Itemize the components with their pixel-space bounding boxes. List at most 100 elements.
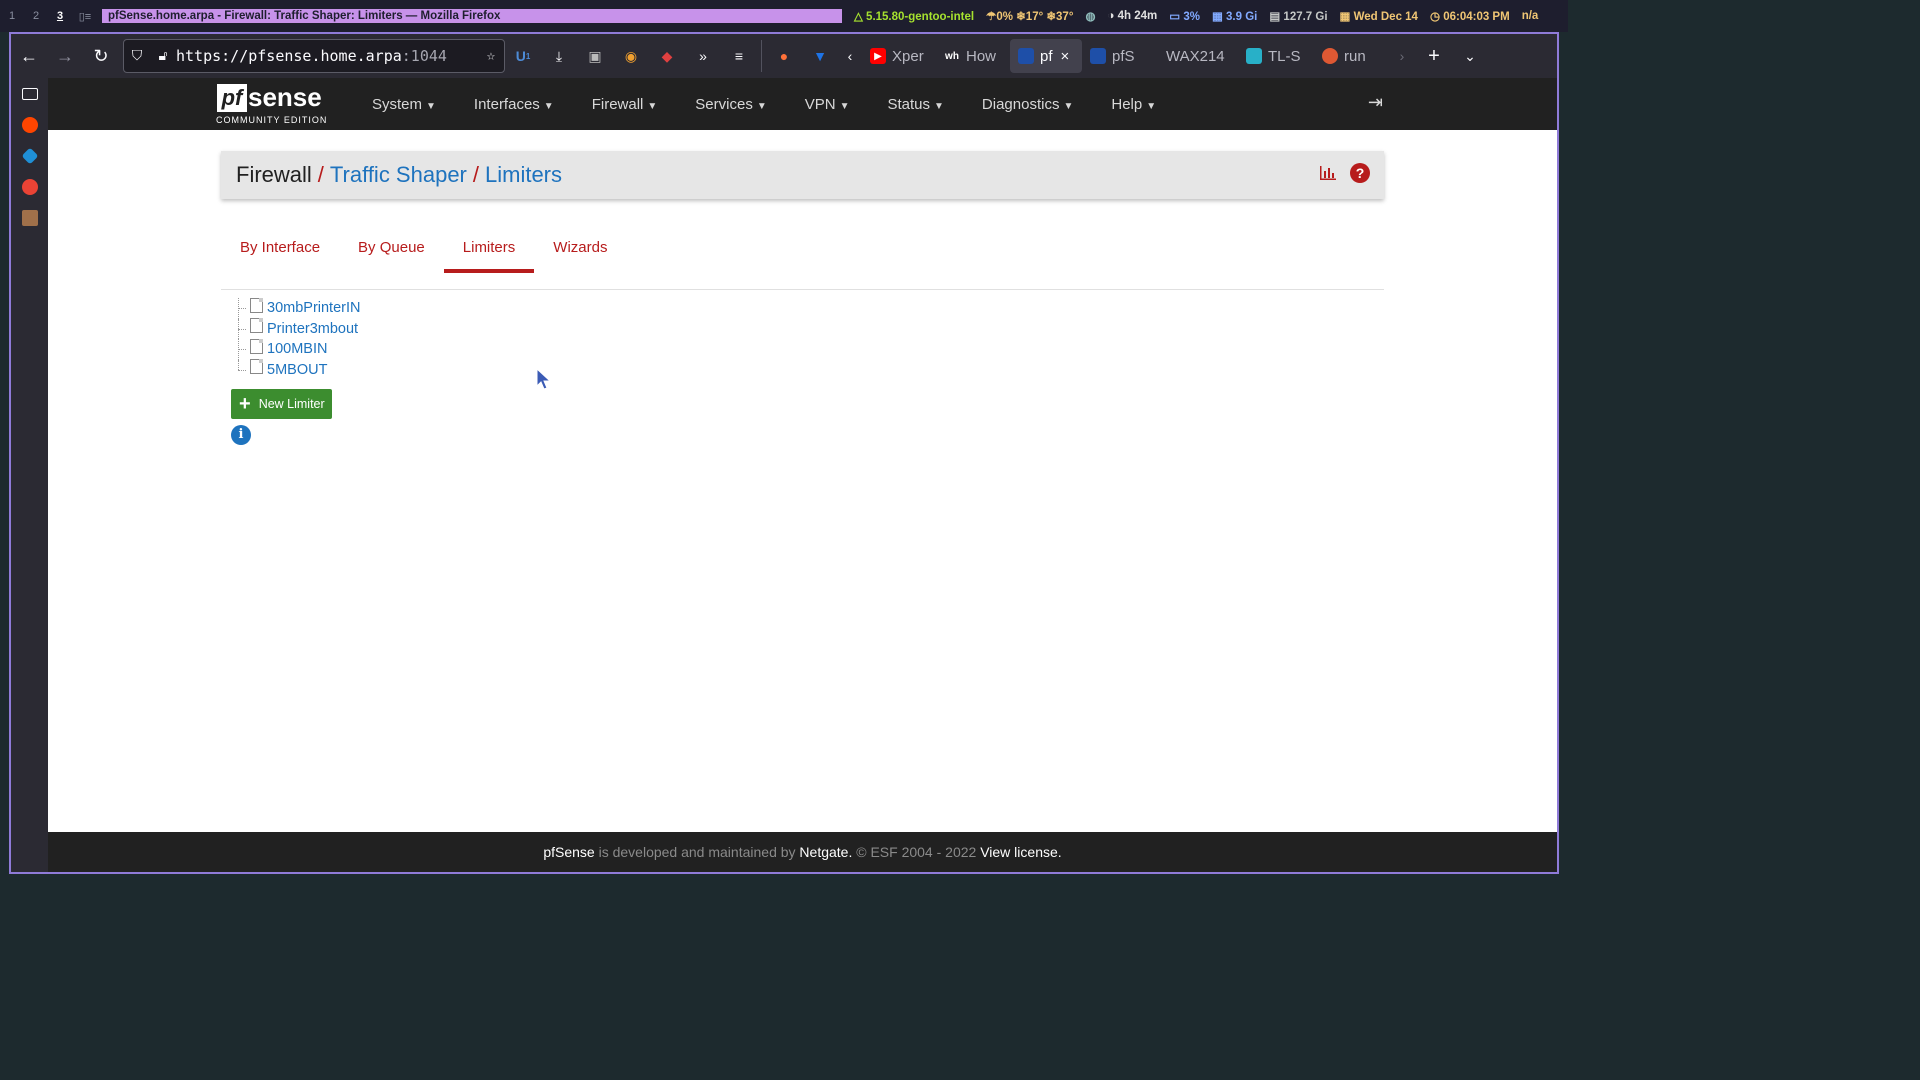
tab-wikihow[interactable]: wh How: [936, 39, 1010, 73]
nav-firewall[interactable]: Firewall ▼: [573, 96, 677, 113]
pfsense-icon: [1090, 48, 1106, 64]
tab-label: Xper: [892, 47, 924, 65]
url-host: https://pfsense.home.arpa: [176, 47, 402, 65]
nav-system[interactable]: System ▼: [353, 96, 455, 113]
breadcrumb-traffic-shaper[interactable]: Traffic Shaper: [330, 162, 467, 188]
blue-app-icon[interactable]: [11, 140, 48, 171]
nav-vpn[interactable]: VPN ▼: [786, 96, 869, 113]
limiter-link[interactable]: 5MBOUT: [267, 362, 327, 378]
caret-down-icon: ▼: [543, 100, 554, 112]
nav-diagnostics[interactable]: Diagnostics ▼: [963, 96, 1092, 113]
document-icon: [250, 359, 263, 375]
logout-icon[interactable]: ⇥: [1368, 92, 1383, 113]
footer-company-link[interactable]: Netgate.: [799, 844, 852, 860]
ublock-extension-icon[interactable]: U1: [505, 40, 541, 72]
tab-by-interface[interactable]: By Interface: [221, 224, 339, 270]
list-item: 30mbPrinterIN: [238, 297, 360, 319]
list-item: 5MBOUT: [238, 359, 360, 381]
reload-button[interactable]: ↻: [83, 40, 119, 72]
nav-help[interactable]: Help ▼: [1092, 96, 1175, 113]
limiter-link[interactable]: 30mbPrinterIN: [267, 300, 360, 316]
list-item: Printer3mbout: [238, 318, 360, 339]
footer-license-link[interactable]: View license.: [980, 844, 1061, 860]
nav-interfaces[interactable]: Interfaces ▼: [455, 96, 573, 113]
info-icon[interactable]: i: [231, 425, 251, 445]
tab-tl[interactable]: TL-S: [1238, 39, 1314, 73]
breadcrumb-limiters[interactable]: Limiters: [485, 162, 562, 188]
breadcrumb: Firewall / Traffic Shaper / Limiters ?: [221, 151, 1384, 199]
new-tab-icon[interactable]: +: [1416, 40, 1452, 72]
caret-down-icon: ▼: [934, 100, 944, 112]
list-tabs-icon[interactable]: ⌄: [1452, 40, 1488, 72]
tab-duckduckgo[interactable]: run: [1314, 39, 1388, 73]
avatar-icon[interactable]: [11, 202, 48, 233]
extension-k-icon[interactable]: ◆: [649, 40, 685, 72]
tab-wizards[interactable]: Wizards: [534, 224, 626, 270]
back-button[interactable]: ←: [11, 40, 47, 72]
caret-down-icon: ▼: [756, 100, 767, 112]
nav-status[interactable]: Status ▼: [868, 96, 962, 113]
youtube-icon: ▶: [870, 48, 886, 64]
browser-toolbar: ← → ↻ ⛉ 🔓︎ https://pfsense.home.arpa:104…: [11, 34, 1557, 78]
url-bar[interactable]: ⛉ 🔓︎ https://pfsense.home.arpa:1044 ☆: [123, 39, 505, 73]
forward-button[interactable]: →: [47, 40, 83, 72]
vpn-extension-icon[interactable]: ▼: [802, 40, 838, 72]
time-text: 06:04:03 PM: [1443, 11, 1510, 23]
browser-sidebar: [11, 78, 48, 872]
tab-pfsense-active[interactable]: pf ×: [1010, 39, 1082, 73]
tab-limiters[interactable]: Limiters: [443, 224, 535, 273]
page-viewport: pf sense COMMUNITY EDITION System ▼ Inter…: [48, 78, 1557, 872]
firefox-window: ← → ↻ ⛉ 🔓︎ https://pfsense.home.arpa:104…: [9, 32, 1559, 874]
uptime-text: 4h 24m: [1117, 10, 1158, 22]
folder-icon[interactable]: [11, 78, 48, 109]
nav-label: System: [372, 95, 423, 113]
tabs-scroll-right-icon[interactable]: ›: [1388, 40, 1416, 72]
nav-services[interactable]: Services ▼: [676, 96, 785, 113]
limiter-link[interactable]: 100MBIN: [267, 341, 327, 357]
chart-icon[interactable]: [1318, 163, 1338, 183]
caret-down-icon: ▼: [426, 100, 436, 112]
firefox-icon[interactable]: ●: [766, 40, 802, 72]
ublock-badge: 1: [525, 51, 531, 61]
reddit-icon[interactable]: [11, 109, 48, 140]
extension-r-icon[interactable]: ▣: [577, 40, 613, 72]
shield-icon[interactable]: ⛉: [124, 48, 150, 64]
mouse-cursor-icon: [536, 367, 552, 395]
more-extensions-icon[interactable]: »: [685, 40, 721, 72]
help-icon[interactable]: ?: [1350, 163, 1370, 183]
downloads-icon[interactable]: ⤓: [541, 40, 577, 72]
tab-wax214[interactable]: WAX214: [1158, 39, 1238, 73]
bookmark-star-icon[interactable]: ☆: [478, 48, 504, 64]
tab-pfsense-2[interactable]: pfS: [1082, 39, 1158, 73]
document-icon: [250, 297, 263, 313]
nav-label: Interfaces: [473, 95, 540, 113]
workspace-3[interactable]: 3: [48, 10, 72, 22]
pfsense-navbar: pf sense COMMUNITY EDITION System ▼ Inter…: [48, 78, 1557, 130]
memory-indicator: ▦ 3.9 Gi: [1211, 11, 1258, 23]
gmail-icon[interactable]: [11, 171, 48, 202]
layout-icon[interactable]: ▯≡: [72, 10, 98, 23]
extension-orange-icon[interactable]: ◉: [613, 40, 649, 72]
cpu-indicator: ▭ 3%: [1169, 11, 1200, 23]
logo-edition: COMMUNITY EDITION: [216, 115, 328, 125]
breadcrumb-separator: /: [317, 162, 324, 187]
tabs-scroll-left-icon[interactable]: ‹: [838, 40, 862, 72]
tab-youtube[interactable]: ▶ Xper: [862, 39, 936, 73]
limiter-link[interactable]: Printer3mbout: [267, 321, 358, 337]
kernel-indicator: △ 5.15.80-gentoo-intel: [854, 11, 975, 23]
tab-by-queue[interactable]: By Queue: [339, 224, 444, 270]
menu-icon[interactable]: ≡: [721, 40, 757, 72]
kernel-version: 5.15.80-gentoo-intel: [866, 11, 975, 23]
url-port: :1044: [401, 47, 447, 65]
workspace-1[interactable]: 1: [0, 10, 24, 22]
close-tab-icon[interactable]: ×: [1061, 48, 1070, 65]
pfsense-logo[interactable]: pf sense COMMUNITY EDITION: [48, 78, 353, 130]
lock-icon[interactable]: 🔓︎: [150, 48, 176, 64]
date-indicator: ▦ Wed Dec 14: [1339, 11, 1418, 23]
nav-label: Firewall: [591, 95, 644, 113]
workspace-2[interactable]: 2: [24, 10, 48, 22]
url-text[interactable]: https://pfsense.home.arpa:1044: [176, 47, 478, 65]
system-status-bar: 1 2 3 ▯≡ pfSense.home.arpa - Firewall: T…: [0, 0, 1568, 32]
breadcrumb-actions: ?: [1318, 163, 1370, 183]
new-limiter-button[interactable]: + New Limiter: [231, 389, 332, 419]
